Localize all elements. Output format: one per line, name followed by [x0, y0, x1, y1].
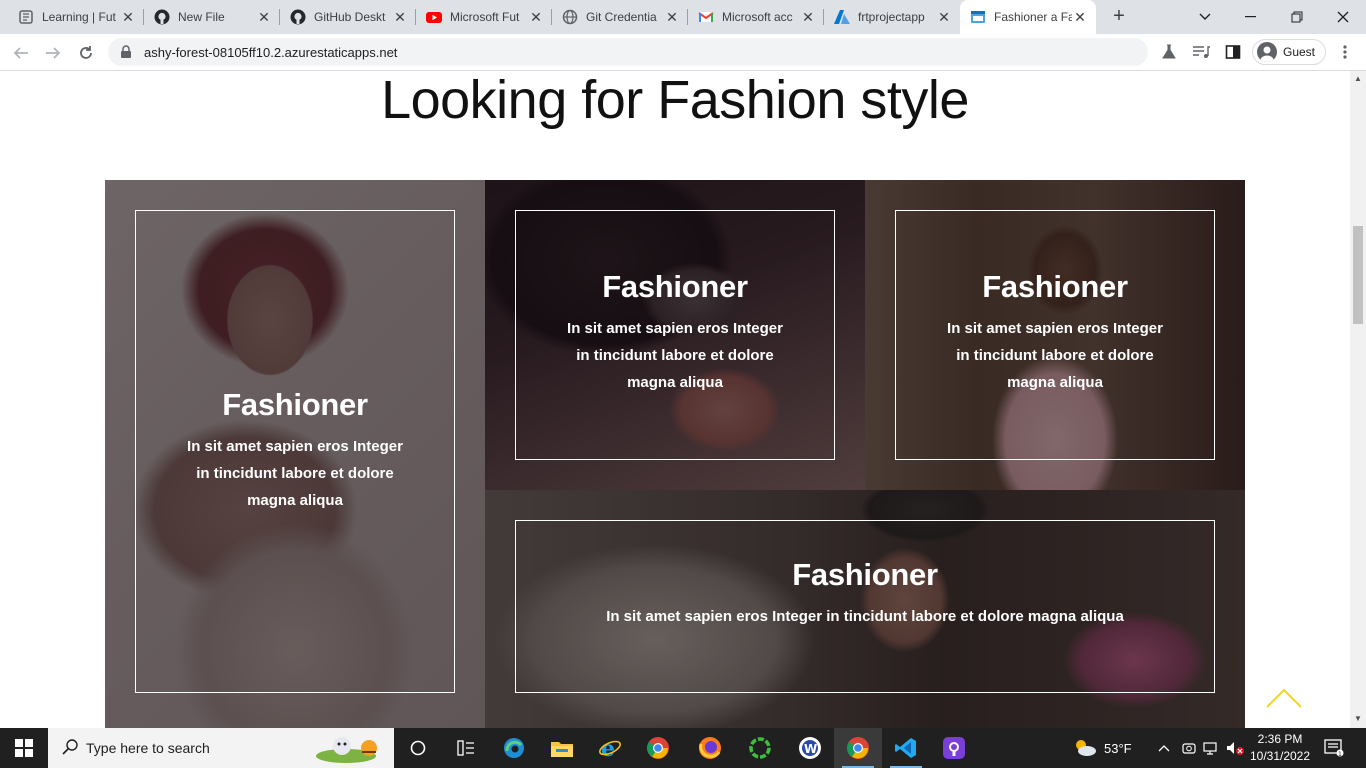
globe-icon: [562, 9, 578, 25]
card-title: Fashioner: [982, 269, 1128, 304]
app-ring-icon[interactable]: [736, 728, 784, 768]
avatar-icon: [1257, 42, 1277, 62]
github-icon: [154, 9, 170, 25]
card-frame: Fashioner In sit amet sapien eros Intege…: [895, 210, 1215, 460]
browser-tab[interactable]: New File ✕: [144, 0, 280, 34]
reload-icon[interactable]: [73, 40, 99, 66]
restore-icon[interactable]: [1274, 0, 1320, 34]
profile-button[interactable]: Guest: [1252, 39, 1326, 65]
svg-text:1: 1: [1338, 751, 1342, 757]
azure-icon: [834, 9, 850, 25]
notifications-icon[interactable]: 1: [1324, 728, 1344, 768]
url-text: ashy-forest-08105ff10.2.azurestaticapps.…: [144, 44, 398, 60]
scroll-to-top-button[interactable]: [1264, 685, 1304, 711]
browser-tab[interactable]: Microsoft Fut ✕: [416, 0, 552, 34]
widgets-icon[interactable]: [442, 728, 490, 768]
fashion-card[interactable]: Fashioner In sit amet sapien eros Intege…: [485, 490, 1245, 728]
browser-tab[interactable]: GitHub Deskt ✕: [280, 0, 416, 34]
taskbar-clock[interactable]: 2:36 PM 10/31/2022: [1248, 731, 1312, 765]
scroll-down-icon[interactable]: ▼: [1354, 714, 1362, 723]
browser-toolbar: ashy-forest-08105ff10.2.azurestaticapps.…: [0, 34, 1366, 71]
camera-tray-icon[interactable]: [1182, 728, 1196, 768]
card-frame: Fashioner In sit amet sapien eros Intege…: [135, 210, 455, 693]
card-frame: Fashioner In sit amet sapien eros Intege…: [515, 210, 835, 460]
lock-icon: [120, 45, 134, 59]
learning-icon: [18, 9, 34, 25]
back-icon[interactable]: [8, 40, 34, 66]
windows-start-icon[interactable]: [0, 728, 48, 768]
internet-explorer-icon[interactable]: e: [586, 728, 634, 768]
labs-icon[interactable]: [1158, 41, 1180, 63]
new-tab-button[interactable]: +: [1106, 5, 1132, 29]
task-view-icon[interactable]: [394, 728, 442, 768]
fashion-card[interactable]: Fashioner In sit amet sapien eros Intege…: [105, 180, 485, 728]
tab-search-icon[interactable]: [1182, 0, 1228, 34]
minimize-icon[interactable]: [1228, 0, 1274, 34]
tray-overflow-icon[interactable]: [1158, 728, 1170, 768]
close-tab-icon[interactable]: ✕: [1072, 9, 1088, 26]
browser-tab[interactable]: Microsoft acc ✕: [688, 0, 824, 34]
close-window-icon[interactable]: [1320, 0, 1366, 34]
card-text: In sit amet sapien eros Integer in tinci…: [947, 320, 1163, 391]
scroll-up-icon[interactable]: ▲: [1354, 74, 1362, 83]
close-tab-icon[interactable]: ✕: [256, 9, 272, 26]
firefox-icon[interactable]: [686, 728, 734, 768]
github-desktop-icon[interactable]: [930, 728, 978, 768]
page-heading: Looking for Fashion style: [381, 71, 969, 130]
close-tab-icon[interactable]: ✕: [664, 9, 680, 26]
svg-text:W: W: [804, 742, 817, 756]
youtube-icon: [426, 9, 442, 25]
browser-tab[interactable]: Git Credentia ✕: [552, 0, 688, 34]
close-tab-icon[interactable]: ✕: [120, 9, 136, 26]
network-icon[interactable]: [1203, 728, 1221, 768]
site-icon: [970, 9, 986, 25]
side-panel-icon[interactable]: [1222, 41, 1244, 63]
card-title: Fashioner: [792, 557, 938, 592]
page-viewport: Looking for Fashion style Fashioner In s…: [0, 71, 1350, 728]
chrome-icon[interactable]: [634, 728, 682, 768]
taskbar: Type here to search e W 53°F 2:36 PM 10/…: [0, 728, 1366, 768]
tab-strip: Learning | Fut ✕ New File ✕ GitHub Deskt…: [0, 0, 1366, 34]
vscode-icon[interactable]: [882, 728, 930, 768]
card-title: Fashioner: [222, 387, 368, 422]
media-controls-icon[interactable]: [1190, 41, 1212, 63]
taskbar-search-box[interactable]: Type here to search: [48, 728, 394, 768]
gmail-icon: [698, 9, 714, 25]
fashion-card[interactable]: Fashioner In sit amet sapien eros Intege…: [865, 180, 1245, 490]
volume-muted-icon[interactable]: [1226, 728, 1246, 768]
svg-text:e: e: [601, 736, 615, 760]
address-bar[interactable]: ashy-forest-08105ff10.2.azurestaticapps.…: [108, 38, 1148, 66]
github-icon: [290, 9, 306, 25]
forward-icon[interactable]: [40, 40, 66, 66]
search-highlight-icon: [314, 732, 390, 767]
weather-widget[interactable]: 53°F: [1072, 728, 1132, 768]
card-title: Fashioner: [602, 269, 748, 304]
close-tab-icon[interactable]: ✕: [800, 9, 816, 26]
page-scrollbar[interactable]: ▲ ▼: [1350, 71, 1366, 728]
scrollbar-thumb[interactable]: [1353, 226, 1363, 324]
search-icon: [62, 738, 78, 758]
fashion-card[interactable]: Fashioner In sit amet sapien eros Intege…: [485, 180, 865, 490]
fashion-gallery: Fashioner In sit amet sapien eros Intege…: [105, 180, 1245, 728]
card-text: In sit amet sapien eros Integer in tinci…: [606, 608, 1124, 625]
file-explorer-icon[interactable]: [538, 728, 586, 768]
browser-tab-active[interactable]: Fashioner a Fa ✕: [960, 0, 1096, 34]
app-w-icon[interactable]: W: [786, 728, 834, 768]
browser-menu-icon[interactable]: [1334, 41, 1356, 63]
browser-tab[interactable]: Learning | Fut ✕: [8, 0, 144, 34]
browser-tab[interactable]: frtprojectapp ✕: [824, 0, 960, 34]
card-frame: Fashioner In sit amet sapien eros Intege…: [515, 520, 1215, 693]
chrome-running-icon[interactable]: [834, 728, 882, 768]
card-text: In sit amet sapien eros Integer in tinci…: [187, 438, 403, 509]
close-tab-icon[interactable]: ✕: [936, 9, 952, 26]
edge-icon[interactable]: [490, 728, 538, 768]
card-text: In sit amet sapien eros Integer in tinci…: [567, 320, 783, 391]
weather-icon: [1072, 737, 1098, 760]
close-tab-icon[interactable]: ✕: [392, 9, 408, 26]
close-tab-icon[interactable]: ✕: [528, 9, 544, 26]
